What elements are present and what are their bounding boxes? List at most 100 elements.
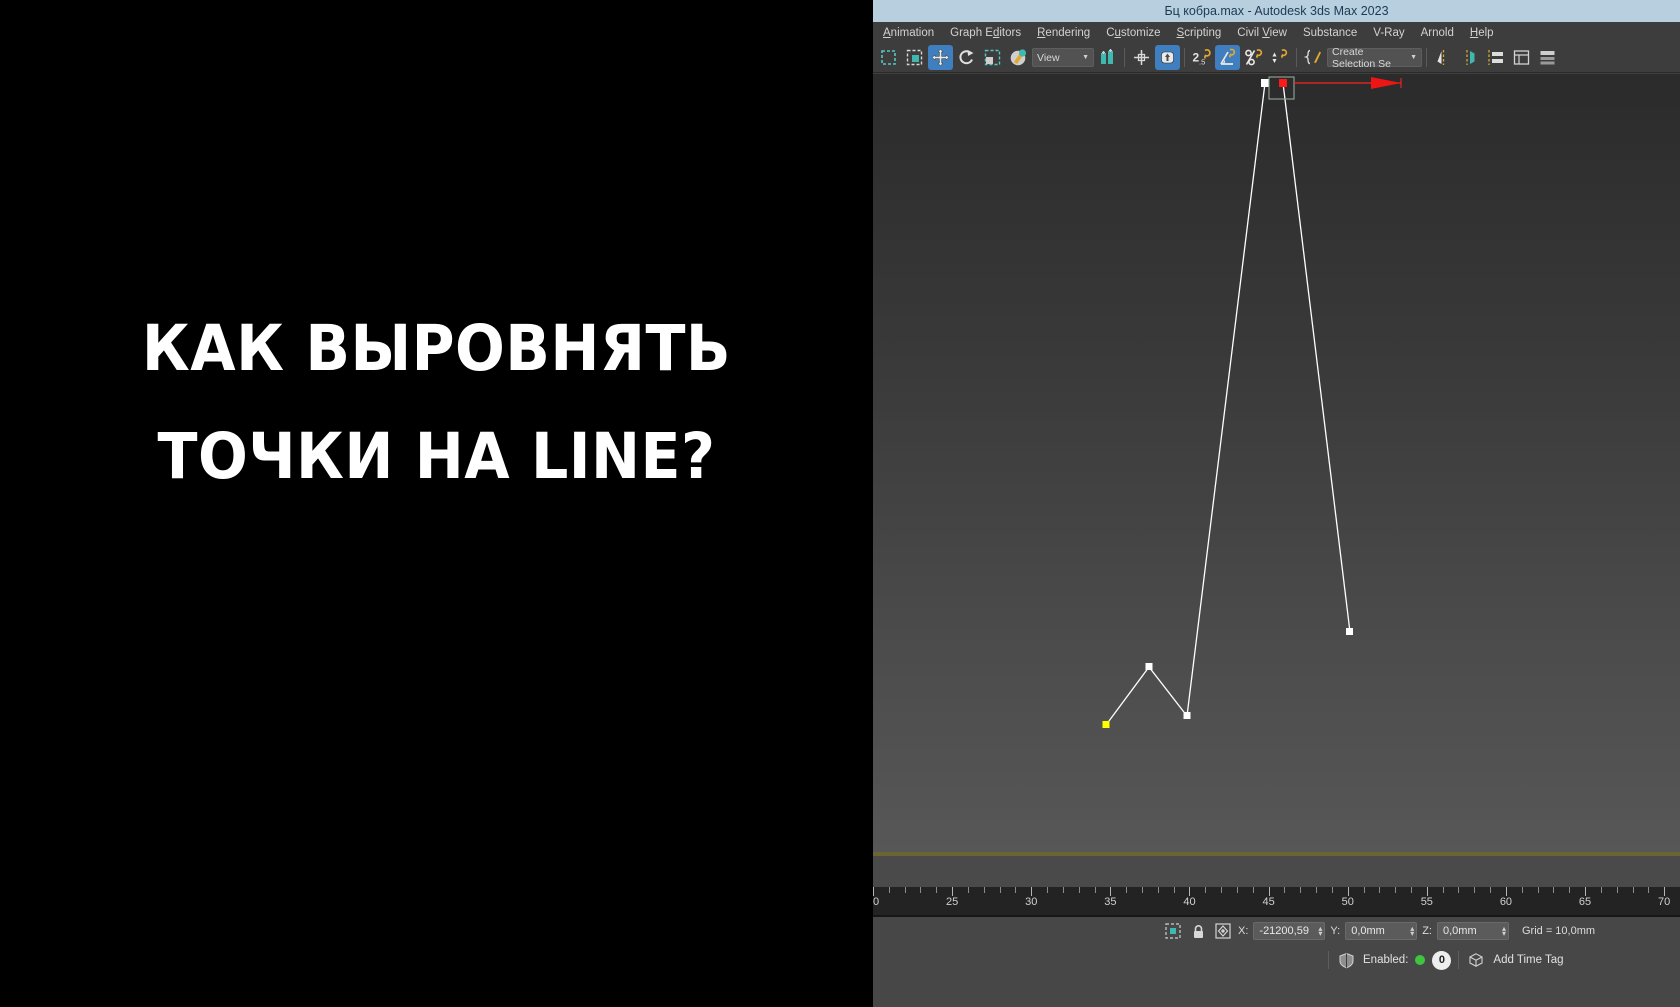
select-and-place-button[interactable] [1006,45,1031,70]
select-and-scale-button[interactable] [980,45,1005,70]
x-spinner-arrows[interactable]: ▴ ▾ [1314,925,1322,938]
percent-snap-toggle-button[interactable] [1241,45,1266,70]
ruler-tick-minor [1252,887,1254,893]
reference-coordinate-system-dropdown[interactable]: View ▼ [1032,48,1094,67]
reference-coordinate-system-value: View [1037,51,1060,64]
ruler-tick-minor [1569,887,1571,893]
overlay-headline: КАК ВЫРОВНЯТЬ ТОЧКИ НА LINE? [31,295,843,512]
ruler-tick-minor [1094,887,1096,893]
ruler-label: 45 [1262,896,1275,908]
use-pivot-center-button[interactable] [1095,45,1120,70]
vertex-valley [1183,712,1191,719]
ruler-tick-major [952,887,954,896]
absolute-relative-icon[interactable] [1213,921,1233,941]
select-and-manipulate-button[interactable] [1129,45,1154,70]
window-titlebar: Бц кобра.max - Autodesk 3ds Max 2023 [873,0,1680,22]
ruler-tick-minor [1284,887,1286,893]
spline-geometry [1102,76,1402,728]
ruler-tick-minor [1632,887,1634,893]
screenshot-root: КАК ВЫРОВНЯТЬ ТОЧКИ НА LINE? Бц кобра.ma… [0,0,1680,1007]
toggle-ribbon-button[interactable] [1535,45,1560,70]
ruler-label: 30 [1025,896,1038,908]
ruler-tick-minor [1490,887,1492,893]
video-title-overlay: КАК ВЫРОВНЯТЬ ТОЧКИ НА LINE? [0,0,873,1007]
layer-explorer-button[interactable] [1483,45,1508,70]
menu-item-rendering[interactable]: Rendering [1029,25,1098,41]
time-slider-area[interactable] [873,856,1680,887]
ruler-label: 65 [1578,896,1592,908]
selection-region-icon[interactable] [1163,921,1183,941]
ruler-tick-minor [967,887,969,893]
ruler-tick-minor [1236,887,1238,893]
align-button[interactable] [1457,45,1482,70]
y-coordinate-label: Y: [1330,925,1341,937]
toolbar-separator-2 [1184,48,1185,67]
main-toolbar: View ▼ 2 .5 Create Selection Se ▼ [873,43,1680,73]
vertex-selected [1279,79,1287,87]
x-coordinate-value: -21200,59 [1259,925,1309,937]
animation-bar: Enabled: 0 Add Time Tag [873,945,1680,975]
mirror-button[interactable] [1431,45,1456,70]
ruler-tick-minor [1648,887,1650,893]
menu-item-help[interactable]: Help [1462,25,1502,41]
menu-item-animation[interactable]: Animation [875,25,942,41]
ruler-tick-major [1110,887,1112,896]
ruler-label: 55 [1420,896,1433,908]
ruler-tick-minor [999,887,1001,893]
line-spline-path [1105,82,1266,726]
select-object-button[interactable] [876,45,901,70]
toolbar-separator-4 [1426,48,1427,67]
vertex-mid-peak [1145,663,1153,670]
autokey-indicator [1415,955,1426,965]
menu-item-vray[interactable]: V-Ray [1365,25,1412,41]
timeline-ruler[interactable]: 20 25 30 35 40 45 50 55 60 65 70 [873,887,1680,915]
y-spinner-arrows[interactable]: ▴ ▾ [1406,925,1414,938]
snap-2-5d-button[interactable]: 2 .5 [1189,45,1214,70]
edit-named-selection-sets-button[interactable] [1301,45,1326,70]
chevron-down-icon-2: ▼ [1410,54,1417,61]
ruler-tick-minor [1458,887,1460,893]
menu-item-arnold[interactable]: Arnold [1413,25,1462,41]
ruler-tick-minor [1157,887,1159,893]
ruler-tick-major [1585,887,1587,896]
scene-explorer-button[interactable] [1509,45,1534,70]
ruler-tick-minor [1047,887,1049,893]
line-spline-path-right [1282,82,1351,633]
ruler-tick-minor [920,887,922,893]
toolbar-separator-3 [1296,48,1297,67]
lock-icon[interactable] [1188,921,1208,941]
ruler-tick-major [1189,887,1191,896]
ruler-tick-major [1268,887,1270,896]
ruler-tick-minor [1173,887,1175,893]
svg-text:.5: .5 [1199,58,1205,67]
x-coordinate-field[interactable]: -21200,59 ▴ ▾ [1253,922,1326,940]
cube-icon[interactable] [1466,950,1486,970]
ruler-tick-minor [1521,887,1523,893]
select-and-move-button[interactable] [928,45,953,70]
key-count-badge[interactable]: 0 [1432,950,1452,970]
z-coordinate-field[interactable]: 0,0mm ▴ ▾ [1436,922,1509,940]
menu-item-scripting[interactable]: Scripting [1169,25,1230,41]
select-and-rotate-button[interactable] [954,45,979,70]
y-coordinate-field[interactable]: 0,0mm ▴ ▾ [1345,922,1418,940]
menu-item-graph-editors[interactable]: Graph Editors [942,25,1029,41]
menu-item-customize[interactable]: Customize [1098,25,1168,41]
ruler-tick-minor [1600,887,1602,893]
add-time-tag-label[interactable]: Add Time Tag [1493,954,1563,966]
z-coordinate-label: Z: [1422,925,1432,937]
select-by-name-button[interactable] [902,45,927,70]
angle-snap-toggle-button[interactable] [1215,45,1240,70]
ruler-tick-minor [1411,887,1412,893]
menu-item-substance[interactable]: Substance [1295,25,1365,41]
transform-type-in-bar: X: -21200,59 ▴ ▾ Y: 0,0mm ▴ ▾ Z: 0,0mm ▴ ▾ … [873,917,1680,945]
ruler-tick-minor [1062,887,1064,893]
shield-icon[interactable] [1336,950,1356,970]
snaps-toggle-button[interactable] [1155,45,1180,70]
spinner-snap-toggle-button[interactable] [1267,45,1292,70]
z-spinner-arrows[interactable]: ▴ ▾ [1498,925,1506,938]
ruler-tick-minor [1316,887,1318,893]
menu-item-civil-view[interactable]: Civil View [1229,25,1295,41]
named-selection-sets-dropdown[interactable]: Create Selection Se ▼ [1327,46,1422,70]
overlay-headline-line1: КАК ВЫРОВНЯТЬ [141,312,732,385]
perspective-viewport[interactable] [873,74,1680,852]
